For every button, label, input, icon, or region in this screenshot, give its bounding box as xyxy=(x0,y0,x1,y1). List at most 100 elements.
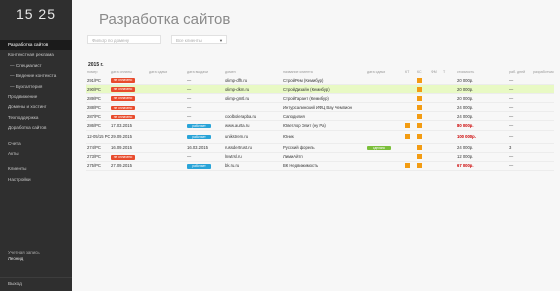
cell-number[interactable]: 291/РС xyxy=(86,76,110,86)
sidebar-item-settings[interactable]: Настройки xyxy=(0,175,72,185)
ks-marker-icon xyxy=(417,95,422,101)
column-header[interactable]: раб. дней xyxy=(508,68,532,76)
sidebar-item-promotion[interactable]: Продвижение xyxy=(0,92,72,102)
cell-domain[interactable]: bk.ru.ru xyxy=(224,161,282,171)
cell-domain[interactable]: olimp-dkm.ru xyxy=(224,84,282,95)
column-header[interactable]: дата сдачи xyxy=(366,68,404,76)
payment-status-badge[interactable]: не оплачено xyxy=(111,78,135,83)
cell-client[interactable]: Юветлор Элит (ну Ра) xyxy=(282,120,366,131)
page-title: Разработка сайтов xyxy=(99,11,231,28)
cell-number[interactable]: 286/РС xyxy=(86,120,110,131)
column-header[interactable]: название клиента xyxy=(282,68,366,76)
table-row[interactable]: 290/РС не оплачено — olimp-dkm.ru СтройДизай… xyxy=(86,84,554,95)
cell-domain[interactable]: olimp-dfh.ru xyxy=(224,76,282,86)
delivery-value: 16.03.2015 xyxy=(187,145,208,151)
sidebar-item-invoices[interactable]: Счета xyxy=(0,139,72,149)
delivery-status-badge[interactable]: работает xyxy=(187,123,211,129)
cell-delivery-date xyxy=(148,152,186,162)
table-row[interactable]: 273/РС не оплачено — lnwtrsl.ru ЛимиАйтп 12 0… xyxy=(86,152,554,162)
column-header[interactable]: КС xyxy=(416,68,430,76)
sidebar-item-acts[interactable]: Акты xyxy=(0,149,72,159)
kt-marker-icon xyxy=(405,123,410,129)
sidebar-item-context-ads[interactable]: Контекстная реклама xyxy=(0,50,72,60)
sidebar-item-support[interactable]: Техподдержка xyxy=(0,113,72,123)
delivery-status-badge[interactable]: работает xyxy=(187,134,211,140)
ks-marker-icon xyxy=(417,114,422,120)
logout-button[interactable]: Выход xyxy=(0,277,72,289)
delivery-status-badge[interactable]: работает xyxy=(187,164,211,169)
cell-number[interactable]: 274/РС xyxy=(86,143,110,153)
cell-client[interactable]: СтройДизайн (Кемибур) xyxy=(282,84,366,95)
cell-client[interactable]: Русский форель xyxy=(282,143,366,153)
cell-client[interactable]: Юник xyxy=(282,130,366,144)
table-row[interactable]: 274/РС 16.09.2015 16.03.2015 russdertrust.r… xyxy=(86,143,554,153)
column-header[interactable]: дата выдачи xyxy=(186,68,224,76)
cell-number[interactable]: 273/РС xyxy=(86,152,110,162)
cell-client[interactable]: Интурсалинский ИФЦ Вау Чемпион xyxy=(282,102,366,113)
cell-payment: не оплачено xyxy=(110,111,148,122)
cell-handover xyxy=(366,102,404,113)
table-row[interactable]: 12-05/15 РС 29.09.2015 работает unikstrem.r… xyxy=(86,130,554,144)
cell-number[interactable]: 288/РС xyxy=(86,102,110,113)
table-row[interactable]: 275/РС 27.09.2015 работает bk.ru.ru ВК Недви… xyxy=(86,161,554,171)
column-header[interactable]: номер xyxy=(86,68,110,76)
cell-payment: 16.09.2015 xyxy=(110,143,148,153)
cell-number[interactable]: 287/РС xyxy=(86,111,110,122)
sidebar-item-context-management[interactable]: — Ведение контекста xyxy=(0,71,72,81)
domain-filter-input[interactable]: Фильтр по домену xyxy=(87,35,161,44)
column-header[interactable]: стоимость xyxy=(456,68,508,76)
column-header[interactable]: разработчик xyxy=(532,68,554,76)
cell-number[interactable]: 290/РС xyxy=(86,84,110,95)
cell-kt xyxy=(404,161,416,171)
cell-delivery-date xyxy=(148,93,186,104)
cell-client[interactable]: СтройРем (Кемибур) xyxy=(282,76,366,86)
column-header[interactable]: домен xyxy=(224,68,282,76)
table-row[interactable]: 286/РС 17.03.2015 работает www.aurta.ru Ювет… xyxy=(86,120,554,131)
cell-delivery-date xyxy=(148,143,186,153)
cell-domain[interactable]: www.aurta.ru xyxy=(224,120,282,131)
table-row[interactable]: 287/РС не оплачено — coolbolerapba.ru Саподи… xyxy=(86,111,554,122)
cell-developer xyxy=(532,76,554,86)
column-header[interactable]: дата сдачи xyxy=(148,68,186,76)
column-header[interactable]: КТ xyxy=(404,68,416,76)
cell-ks xyxy=(416,111,430,122)
sidebar-item-web-development[interactable]: Разработка сайтов xyxy=(0,40,72,51)
cell-client[interactable]: ВК Недвижимость xyxy=(282,161,366,171)
cell-domain[interactable]: lnwtrsl.ru xyxy=(224,152,282,162)
cell-delivery-date xyxy=(148,161,186,171)
cell-client[interactable]: ЛимиАйтп xyxy=(282,152,366,162)
sidebar-item-clients[interactable]: Клиенты xyxy=(0,164,72,174)
cell-client[interactable]: СтройГарант (Кемибур) xyxy=(282,93,366,104)
cell-client[interactable]: Саподилия xyxy=(282,111,366,122)
payment-status-badge[interactable]: не оплачено xyxy=(111,154,135,160)
cell-number[interactable]: 289/РС xyxy=(86,93,110,104)
sidebar-item-accounting[interactable]: — Бухгалтерия xyxy=(0,82,72,92)
table-row[interactable]: 289/РС не оплачено — olimp-gmtl.ru СтройГара… xyxy=(86,93,554,104)
cell-domain[interactable]: unikstrem.ru xyxy=(224,130,282,144)
cell-domain[interactable]: russdertrust.ru xyxy=(224,143,282,153)
payment-status-badge[interactable]: не оплачено xyxy=(111,114,135,120)
payment-status-badge[interactable]: не оплачено xyxy=(111,87,135,92)
cell-delivery: — xyxy=(186,102,224,113)
cell-ks xyxy=(416,130,430,144)
cell-domain[interactable] xyxy=(224,102,282,113)
cell-number[interactable]: 12-05/15 РС xyxy=(86,130,110,144)
payment-status-badge[interactable]: не оплачено xyxy=(111,105,135,111)
column-header[interactable]: ФМ xyxy=(430,68,442,76)
cell-domain[interactable]: olimp-gmtl.ru xyxy=(224,93,282,104)
cell-domain[interactable]: coolbolerapba.ru xyxy=(224,111,282,122)
table-row[interactable]: 288/РС не оплачено — Интурсалинский ИФЦ Вау… xyxy=(86,102,554,113)
done-status-badge[interactable]: сделано xyxy=(367,145,391,151)
cell-work-days: — xyxy=(508,102,532,113)
sidebar-item-specialist[interactable]: — Специалист xyxy=(0,61,72,71)
clock: 15 25 xyxy=(15,6,57,22)
column-header[interactable]: дата оплаты xyxy=(110,68,148,76)
cell-number[interactable]: 275/РС xyxy=(86,161,110,171)
sidebar-item-site-improvement[interactable]: Доработка сайтов xyxy=(0,123,72,133)
payment-status-badge[interactable]: не оплачено xyxy=(111,96,135,102)
account-name[interactable]: Леонид xyxy=(8,256,40,262)
table-row[interactable]: 291/РС не оплачено — olimp-dfh.ru СтройРем (… xyxy=(86,76,554,86)
client-filter-select[interactable]: Все клиенты ▼ xyxy=(171,35,227,44)
sidebar-item-domains-hosting[interactable]: Домены и хостинг xyxy=(0,102,72,112)
column-header[interactable]: Т xyxy=(442,68,456,76)
